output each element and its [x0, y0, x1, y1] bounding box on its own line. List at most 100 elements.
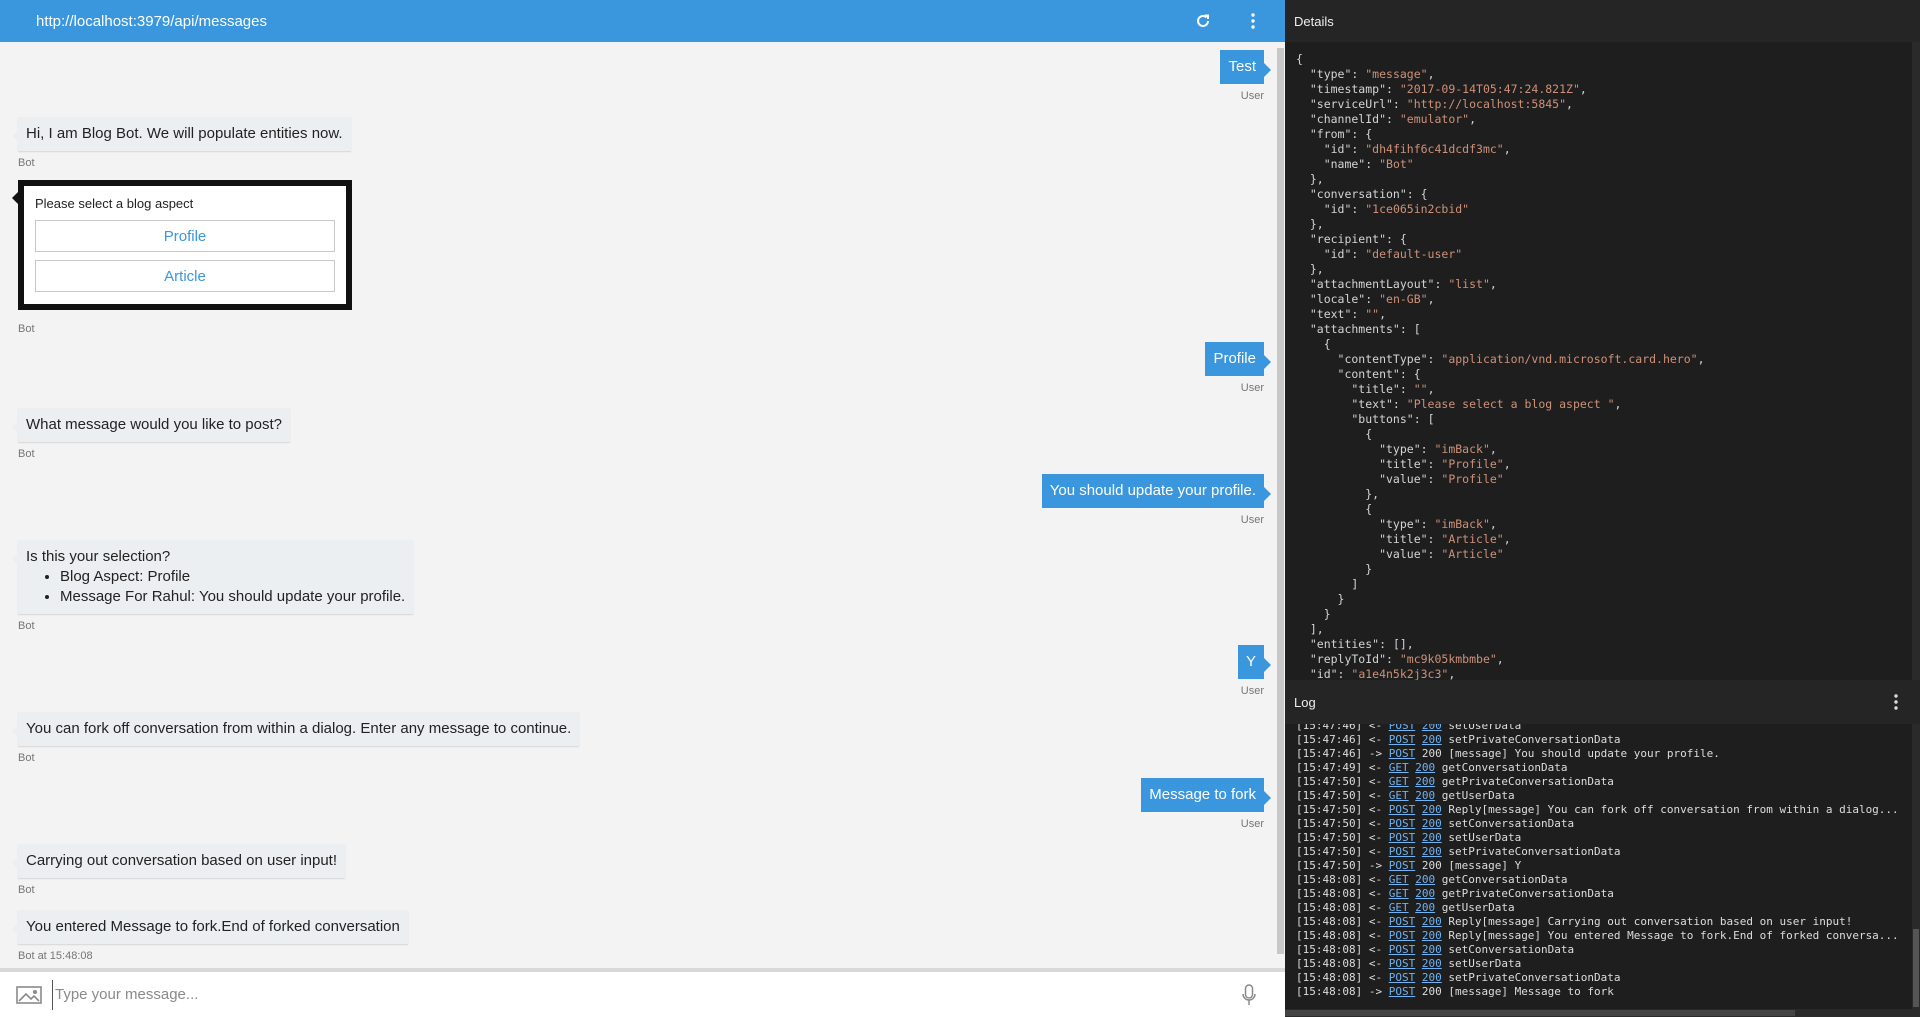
log-method-link[interactable]: POST [1389, 733, 1416, 746]
log-status-link[interactable]: 200 [1422, 929, 1442, 942]
log-method-link[interactable]: POST [1389, 724, 1416, 732]
log-status-link[interactable]: 200 [1422, 733, 1442, 746]
json-line: { [1296, 52, 1303, 66]
log-status-link[interactable]: 200 [1415, 901, 1435, 914]
log-status-link[interactable]: 200 [1422, 915, 1442, 928]
json-line: "id": "default-user" [1296, 247, 1920, 262]
log-status-link[interactable]: 200 [1415, 789, 1435, 802]
log-method-link[interactable]: POST [1389, 985, 1416, 998]
scrollbar-thumb[interactable] [1913, 929, 1919, 1007]
card-button-article[interactable]: Article [35, 260, 335, 292]
log-method-link[interactable]: POST [1389, 971, 1416, 984]
refresh-icon[interactable] [1193, 11, 1213, 31]
log-status-link[interactable]: 200 [1422, 971, 1442, 984]
details-json-panel[interactable]: { "type": "message", "timestamp": "2017-… [1285, 42, 1920, 680]
log-method-link[interactable]: GET [1389, 901, 1409, 914]
message-sender: Bot [18, 157, 35, 169]
log-scrollbar-vertical[interactable] [1912, 724, 1920, 1009]
log-entry: [15:48:08] <- POST 200 Reply[message] Ca… [1296, 915, 1853, 928]
json-key: "text": [1296, 397, 1407, 411]
json-line: "buttons": [ [1296, 412, 1435, 426]
message-sender: Bot [18, 752, 35, 764]
log-method-link[interactable]: GET [1389, 873, 1409, 886]
user-message-bubble[interactable]: Profile [1205, 342, 1271, 376]
bot-message-bubble[interactable]: What message would you like to post? [12, 408, 290, 442]
log-method-link[interactable]: POST [1389, 817, 1416, 830]
log-method-link[interactable]: GET [1389, 789, 1409, 802]
microphone-icon[interactable] [1237, 982, 1261, 1008]
bot-message: You can fork off conversation from withi… [11, 712, 580, 764]
log-method-link[interactable]: POST [1389, 929, 1416, 942]
message-composer [0, 968, 1285, 1017]
log-method-link[interactable]: POST [1389, 957, 1416, 970]
user-message-bubble[interactable]: Test [1220, 50, 1271, 84]
json-line: "contentType": "application/vnd.microsof… [1296, 352, 1705, 366]
vertical-dots-icon[interactable] [1886, 692, 1906, 712]
scrollbar-thumb[interactable] [1285, 1010, 1795, 1016]
log-status-link[interactable]: 200 [1422, 957, 1442, 970]
bot-message-bubble[interactable]: Is this your selection? Blog Aspect: Pro… [11, 540, 414, 614]
log-method-link[interactable]: POST [1389, 943, 1416, 956]
details-scrollbar[interactable] [1912, 42, 1920, 680]
user-message-bubble[interactable]: Y [1237, 645, 1272, 679]
json-key: "value": [1296, 472, 1442, 486]
json-key: "content": [1296, 367, 1414, 381]
log-panel[interactable]: [15:47:46] <- POST 200 setUserData [15:47… [1285, 724, 1920, 1009]
json-key: "type": [1296, 442, 1435, 456]
json-key: "replyToId": [1296, 652, 1400, 666]
log-status-link[interactable]: 200 [1422, 831, 1442, 844]
log-entry: [15:47:50] <- POST 200 Reply[message] Yo… [1296, 803, 1899, 816]
scrollbar-thumb[interactable] [1277, 48, 1284, 954]
log-method-link[interactable]: POST [1389, 859, 1416, 872]
log-entry: [15:48:08] <- POST 200 setConversationDa… [1296, 943, 1575, 956]
json-key: "id": [1296, 202, 1366, 216]
log-status-link[interactable]: 200 [1415, 761, 1435, 774]
bot-message-bubble[interactable]: Hi, I am Blog Bot. We will populate enti… [12, 117, 351, 151]
chat-scrollbar[interactable] [1276, 42, 1285, 968]
image-icon[interactable] [14, 983, 44, 1007]
log-status-link[interactable]: 200 [1415, 775, 1435, 788]
log-method-link[interactable]: POST [1389, 845, 1416, 858]
json-key: "entities": [1296, 637, 1393, 651]
log-method-link[interactable]: POST [1389, 831, 1416, 844]
log-method-link[interactable]: GET [1389, 761, 1409, 774]
log-status-link[interactable]: 200 [1422, 817, 1442, 830]
endpoint-url[interactable]: http://localhost:3979/api/messages [36, 13, 1193, 30]
message-input[interactable] [52, 979, 1237, 1010]
json-string-value: "Profile" [1441, 457, 1504, 471]
log-entry: [15:48:08] <- POST 200 setPrivateConvers… [1296, 971, 1621, 984]
log-status-link[interactable]: 200 [1415, 887, 1435, 900]
json-string-value: "Article" [1441, 547, 1504, 561]
json-line: "text": "", [1296, 307, 1387, 321]
user-message-bubble[interactable]: Message to fork [1141, 778, 1271, 812]
json-key: "buttons": [1296, 412, 1428, 426]
json-line: "content": { [1296, 367, 1421, 381]
bot-message: Carrying out conversation based on user … [11, 844, 346, 896]
json-string-value: "en-GB" [1379, 292, 1428, 306]
log-status-link[interactable]: 200 [1422, 803, 1442, 816]
log-status-link[interactable]: 200 [1422, 943, 1442, 956]
log-method-link[interactable]: GET [1389, 887, 1409, 900]
json-string-value: "default-user" [1365, 247, 1463, 261]
vertical-dots-icon[interactable] [1243, 11, 1263, 31]
bot-message-bubble[interactable]: Carrying out conversation based on user … [11, 844, 346, 878]
log-entry: [15:48:08] <- GET 200 getConversationDat… [1296, 873, 1568, 886]
log-scrollbar-horizontal[interactable] [1285, 1009, 1920, 1017]
card-button-profile[interactable]: Profile [35, 220, 335, 252]
json-line: } [1296, 592, 1345, 606]
log-method-link[interactable]: POST [1389, 747, 1416, 760]
log-title: Log [1294, 694, 1316, 710]
log-method-link[interactable]: POST [1389, 803, 1416, 816]
json-line: "conversation": { [1296, 187, 1428, 201]
log-method-link[interactable]: GET [1389, 775, 1409, 788]
log-status-link[interactable]: 200 [1415, 873, 1435, 886]
bot-message-bubble[interactable]: You can fork off conversation from withi… [11, 712, 580, 746]
bot-message: You entered Message to fork.End of forke… [12, 910, 408, 962]
log-method-link[interactable]: POST [1389, 915, 1416, 928]
log-entry: [15:47:50] <- GET 200 getUserData [1296, 789, 1515, 802]
user-message-bubble[interactable]: You should update your profile. [1041, 474, 1272, 508]
log-status-link[interactable]: 200 [1422, 845, 1442, 858]
log-status-link[interactable]: 200 [1422, 724, 1442, 732]
bot-message-bubble[interactable]: You entered Message to fork.End of forke… [12, 910, 408, 944]
json-line: "recipient": { [1296, 232, 1407, 246]
